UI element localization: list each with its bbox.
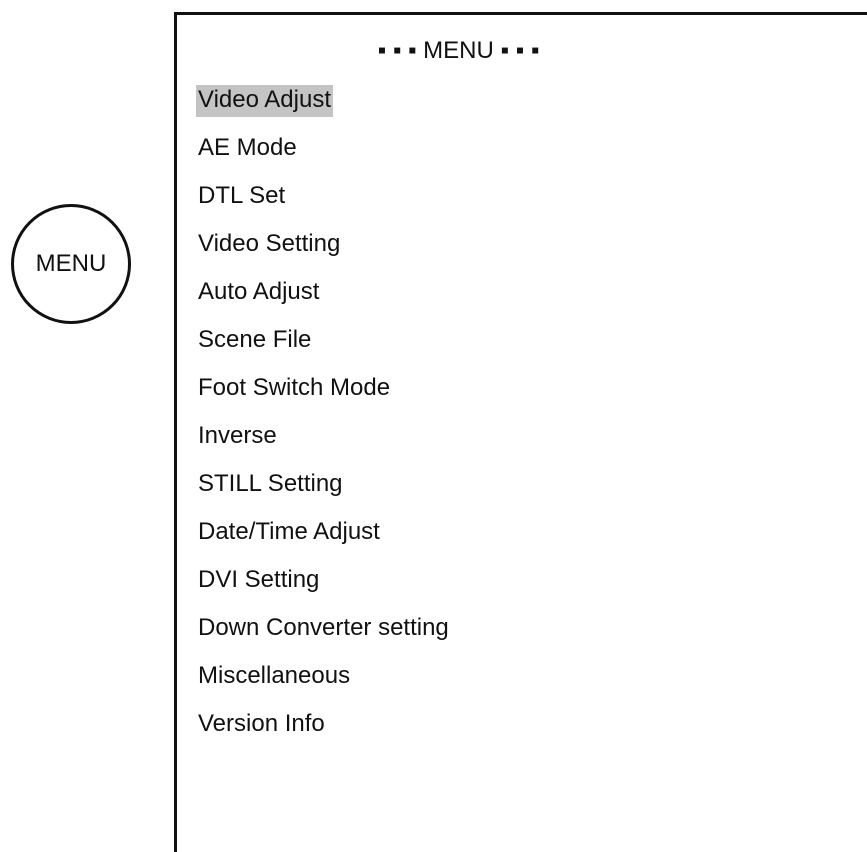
menu-item-scene-file[interactable]: Scene File — [198, 325, 451, 373]
menu-list: Video Adjust AE Mode DTL Set Video Setti… — [196, 85, 451, 757]
menu-item-dvi-setting[interactable]: DVI Setting — [198, 565, 451, 613]
menu-item-label: Video Adjust — [196, 85, 333, 117]
menu-item-label: DTL Set — [198, 182, 286, 209]
menu-item-miscellaneous[interactable]: Miscellaneous — [198, 661, 451, 709]
menu-item-label: Scene File — [198, 326, 312, 353]
menu-item-date-time-adjust[interactable]: Date/Time Adjust — [198, 517, 451, 565]
menu-item-dtl-set[interactable]: DTL Set — [198, 181, 451, 229]
menu-item-foot-switch-mode[interactable]: Foot Switch Mode — [198, 373, 451, 421]
menu-item-label: AE Mode — [198, 134, 297, 161]
menu-button-label: MENU — [35, 250, 107, 277]
menu-item-label: Foot Switch Mode — [198, 374, 391, 401]
menu-item-label: Down Converter setting — [198, 614, 449, 641]
menu-item-version-info[interactable]: Version Info — [198, 709, 451, 757]
menu-item-still-setting[interactable]: STILL Setting — [198, 469, 451, 517]
menu-item-label: Video Setting — [198, 230, 341, 257]
menu-item-label: Date/Time Adjust — [198, 518, 380, 545]
menu-item-label: Miscellaneous — [198, 662, 351, 689]
menu-item-video-setting[interactable]: Video Setting — [198, 229, 451, 277]
menu-item-down-converter-setting[interactable]: Down Converter setting — [198, 613, 451, 661]
menu-title: ▪ ▪ ▪ MENU ▪ ▪ ▪ — [377, 37, 540, 64]
menu-item-label: Version Info — [198, 710, 325, 737]
menu-item-inverse[interactable]: Inverse — [198, 421, 451, 469]
menu-button[interactable]: MENU — [11, 204, 131, 324]
menu-item-auto-adjust[interactable]: Auto Adjust — [198, 277, 451, 325]
menu-item-label: STILL Setting — [198, 470, 343, 497]
menu-item-video-adjust[interactable]: Video Adjust — [196, 85, 451, 133]
menu-item-label: Auto Adjust — [198, 278, 320, 305]
menu-panel: ▪ ▪ ▪ MENU ▪ ▪ ▪ Video Adjust AE Mode DT… — [174, 12, 867, 852]
menu-item-label: DVI Setting — [198, 566, 320, 593]
menu-item-ae-mode[interactable]: AE Mode — [198, 133, 451, 181]
menu-item-label: Inverse — [198, 422, 277, 449]
